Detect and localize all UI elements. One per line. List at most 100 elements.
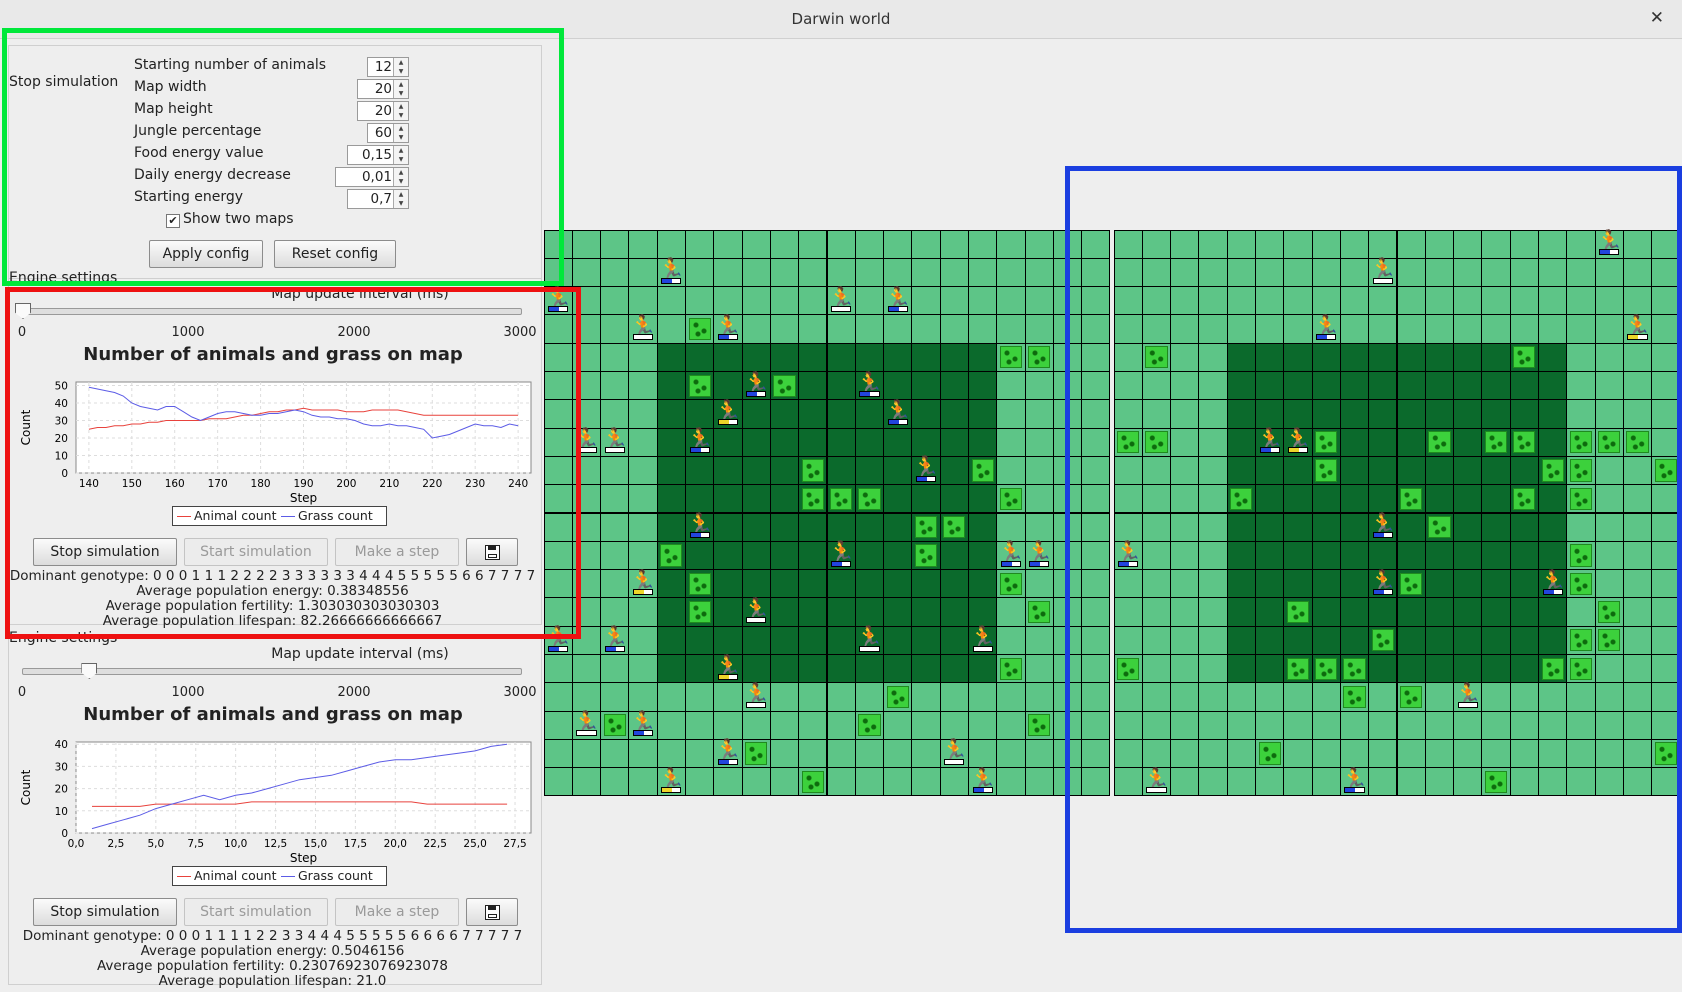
jungle-cell	[770, 626, 799, 654]
jungle-cell	[827, 570, 855, 598]
steppe-cell	[884, 768, 912, 796]
steppe-cell	[601, 768, 629, 796]
steppe-cell	[629, 541, 657, 570]
jungle-cell	[855, 400, 884, 428]
steppe-cell	[572, 739, 601, 768]
legend-item: Animal count	[177, 868, 277, 883]
steppe-cell	[544, 683, 572, 711]
jungle-cell	[855, 428, 884, 456]
steppe-cell	[997, 456, 1025, 485]
energy-bar	[859, 390, 880, 397]
steppe-cell	[601, 739, 629, 768]
energy-bar-fill	[888, 306, 899, 311]
jungle-cell	[969, 343, 997, 371]
jungle-cell	[714, 598, 742, 626]
grass-tile	[801, 487, 824, 510]
jungle-cell	[940, 485, 968, 513]
steppe-cell	[629, 739, 657, 768]
steppe-cell	[657, 683, 685, 711]
jungle-cell	[969, 570, 997, 598]
steppe-cell	[799, 258, 827, 287]
jungle-cell	[686, 400, 714, 428]
energy-bar	[632, 334, 654, 341]
steppe-cell	[742, 258, 770, 287]
energy-bar	[1000, 560, 1022, 567]
jungle-cell	[742, 400, 770, 428]
jungle-cell	[884, 485, 912, 513]
jungle-cell	[742, 570, 770, 598]
steppe-cell	[714, 768, 742, 796]
jungle-cell	[770, 655, 799, 683]
jungle-cell	[770, 485, 799, 513]
energy-bar	[717, 758, 739, 765]
jungle-cell	[855, 541, 884, 570]
start-simulation-button[interactable]: Start simulation	[184, 898, 328, 926]
steppe-cell	[714, 258, 742, 287]
jungle-cell	[855, 456, 884, 485]
jungle-cell	[770, 456, 799, 485]
jungle-cell	[969, 428, 997, 456]
steppe-cell	[997, 315, 1025, 343]
x-tick-label: 10,0	[224, 838, 247, 850]
energy-bar-fill	[633, 589, 644, 594]
steppe-cell	[686, 768, 714, 796]
jungle-cell	[827, 598, 855, 626]
legend-text: Grass count	[298, 868, 373, 883]
steppe-cell	[969, 287, 997, 315]
jungle-cell	[770, 541, 799, 570]
steppe-cell	[544, 711, 572, 739]
steppe-cell	[940, 768, 968, 796]
steppe-cell	[1025, 626, 1053, 654]
steppe-cell	[572, 683, 601, 711]
steppe-cell	[629, 258, 657, 287]
slider-tick-label: 0	[17, 685, 27, 700]
jungle-cell	[770, 400, 799, 428]
jungle-cell	[657, 513, 685, 541]
close-icon[interactable]: ✕	[1650, 8, 1664, 28]
jungle-cell	[714, 485, 742, 513]
energy-bar-fill	[605, 448, 616, 453]
jungle-cell	[969, 485, 997, 513]
energy-bar	[604, 447, 625, 454]
steppe-cell	[572, 258, 601, 287]
steppe-cell	[1025, 230, 1053, 258]
steppe-cell	[629, 372, 657, 400]
stop-simulation-button[interactable]: Stop simulation	[33, 898, 177, 926]
steppe-cell	[601, 655, 629, 683]
jungle-cell	[940, 428, 968, 456]
steppe-cell	[629, 598, 657, 626]
steppe-cell	[799, 711, 827, 739]
make-a-step-button[interactable]: Make a step	[335, 898, 459, 926]
jungle-cell	[657, 343, 685, 371]
steppe-cell	[742, 768, 770, 796]
slider-tick-label: 3000	[503, 685, 537, 700]
steppe-cell	[997, 626, 1025, 654]
window-title: Darwin world	[791, 10, 891, 28]
stat-dominant-genotype: Dominant genotype: 0 0 0 1 1 1 1 2 2 3 3…	[22, 928, 523, 944]
save-button[interactable]	[466, 898, 518, 926]
jungle-cell	[657, 456, 685, 485]
legend-text: Animal count	[194, 868, 277, 883]
jungle-cell	[742, 456, 770, 485]
steppe-cell	[799, 739, 827, 768]
steppe-cell	[601, 400, 629, 428]
energy-bar-fill	[832, 306, 843, 311]
jungle-cell	[686, 541, 714, 570]
energy-bar-fill	[1030, 561, 1041, 566]
steppe-cell	[1025, 485, 1053, 513]
x-tick-label: 25,0	[463, 838, 486, 850]
steppe-cell	[1025, 570, 1053, 598]
steppe-cell	[657, 315, 685, 343]
jungle-cell	[940, 372, 968, 400]
steppe-cell	[884, 315, 912, 343]
steppe-cell	[912, 287, 940, 315]
energy-bar	[887, 305, 908, 312]
jungle-cell	[827, 456, 855, 485]
steppe-cell	[969, 315, 997, 343]
steppe-cell	[997, 711, 1025, 739]
steppe-cell	[629, 343, 657, 371]
steppe-cell	[686, 711, 714, 739]
y-tick-label: 20	[55, 784, 68, 796]
jungle-cell	[827, 343, 855, 371]
steppe-cell	[629, 513, 657, 541]
